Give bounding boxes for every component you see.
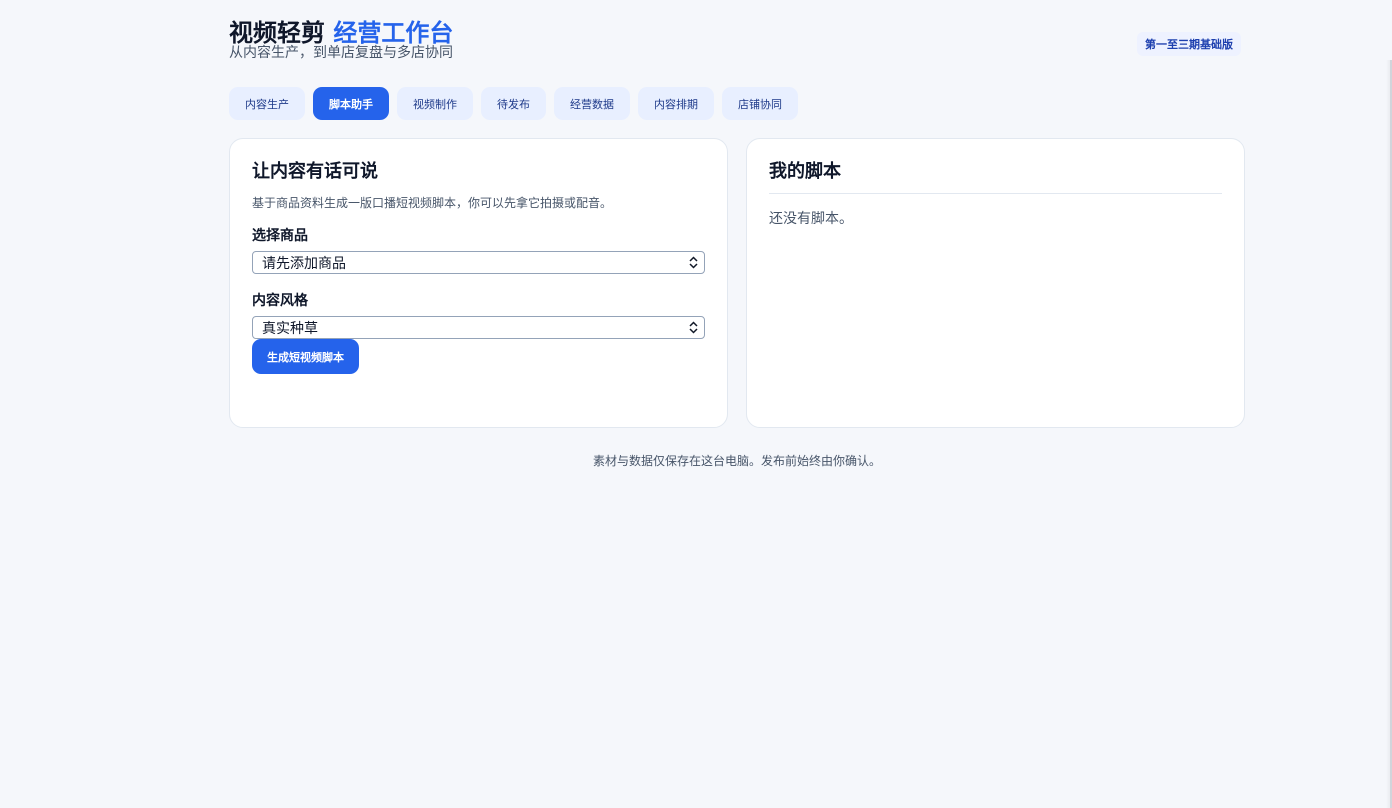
product-select[interactable]: 请先添加商品 xyxy=(252,251,705,274)
chevron-up-down-icon xyxy=(689,321,698,334)
tab-business-data[interactable]: 经营数据 xyxy=(554,87,630,120)
style-select[interactable]: 真实种草 xyxy=(252,316,705,339)
tab-content-production[interactable]: 内容生产 xyxy=(229,87,305,120)
tab-script-assistant[interactable]: 脚本助手 xyxy=(313,87,389,120)
product-label: 选择商品 xyxy=(252,228,308,244)
panels: 让内容有话可说 基于商品资料生成一版口播短视频脚本，你可以先拿它拍摄或配音。 选… xyxy=(229,138,1245,428)
title-accent: 经营工作台 xyxy=(333,19,454,47)
script-generator-panel: 让内容有话可说 基于商品资料生成一版口播短视频脚本，你可以先拿它拍摄或配音。 选… xyxy=(229,138,728,428)
header: 视频轻剪 经营工作台 从内容生产，到单店复盘与多店协同 第一至三期基础版 xyxy=(229,18,1245,70)
style-label: 内容风格 xyxy=(252,293,308,309)
tab-store-collaboration[interactable]: 店铺协同 xyxy=(722,87,798,120)
footer-note: 素材与数据仅保存在这台电脑。发布前始终由你确认。 xyxy=(592,454,881,468)
chevron-up-down-icon xyxy=(689,256,698,269)
my-scripts-panel: 我的脚本 还没有脚本。 xyxy=(746,138,1245,428)
page-subtitle: 从内容生产，到单店复盘与多店协同 xyxy=(229,45,453,61)
product-select-value: 请先添加商品 xyxy=(262,255,346,272)
my-scripts-title: 我的脚本 xyxy=(769,161,841,182)
title-main: 视频轻剪 xyxy=(229,19,325,47)
tab-content-schedule[interactable]: 内容排期 xyxy=(638,87,714,120)
empty-state-text: 还没有脚本。 xyxy=(769,211,853,227)
generator-title: 让内容有话可说 xyxy=(252,161,378,182)
app-container: 视频轻剪 经营工作台 从内容生产，到单店复盘与多店协同 第一至三期基础版 内容生… xyxy=(229,18,1245,469)
divider xyxy=(769,193,1222,194)
tab-bar: 内容生产 脚本助手 视频制作 待发布 经营数据 内容排期 店铺协同 xyxy=(229,87,1245,120)
tab-pending-publish[interactable]: 待发布 xyxy=(481,87,546,120)
generator-description: 基于商品资料生成一版口播短视频脚本，你可以先拿它拍摄或配音。 xyxy=(252,196,613,210)
version-badge: 第一至三期基础版 xyxy=(1137,32,1241,56)
generate-script-button[interactable]: 生成短视频脚本 xyxy=(252,339,359,374)
style-select-value: 真实种草 xyxy=(262,320,318,337)
tab-video-production[interactable]: 视频制作 xyxy=(397,87,473,120)
